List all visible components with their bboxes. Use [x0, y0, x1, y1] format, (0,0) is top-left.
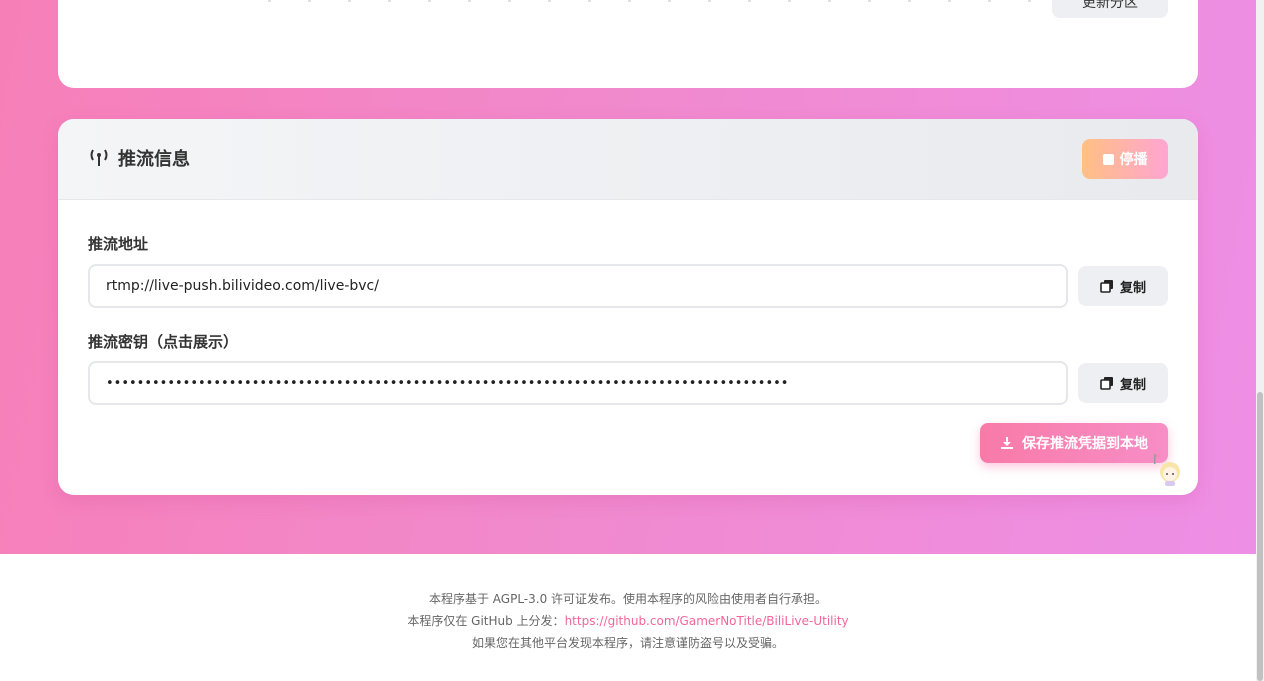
- card-header: 推流信息 停播: [58, 119, 1198, 200]
- copy-address-label: 复制: [1119, 280, 1146, 296]
- stream-key-value: ••••••••••••••••••••••••••••••••••••••••…: [106, 375, 789, 391]
- key-label: 推流密钥（点击展示）: [88, 333, 239, 351]
- stop-icon: [1102, 153, 1114, 165]
- stop-stream-label: 停播: [1119, 152, 1148, 168]
- truncated-content: [268, 0, 1048, 2]
- stream-key-field[interactable]: ••••••••••••••••••••••••••••••••••••••••…: [88, 361, 1068, 405]
- update-partition-button[interactable]: 更新分区: [1052, 0, 1168, 18]
- copy-key-label: 复制: [1119, 377, 1146, 393]
- stop-stream-button[interactable]: 停播: [1082, 139, 1168, 179]
- antenna-icon: [90, 149, 108, 166]
- footer-distribution: 本程序仅在 GitHub 上分发：https://github.com/Game…: [0, 610, 1256, 632]
- copy-key-button[interactable]: 复制: [1078, 363, 1168, 403]
- card-title-text: 推流信息: [118, 149, 190, 170]
- footer-distribution-text: 本程序仅在 GitHub 上分发：: [407, 614, 565, 628]
- partition-card: 更新分区: [58, 0, 1198, 88]
- footer-warning: 如果您在其他平台发现本程序，请注意谨防盗号以及受骗。: [471, 636, 784, 650]
- stream-info-card: 推流信息 停播 推流地址 rtmp://live-push.bilivideo.…: [58, 119, 1198, 495]
- mascot-icon: [1154, 454, 1180, 486]
- footer: 本程序基于 AGPL-3.0 许可证发布。使用本程序的风险由使用者自行承担。 本…: [0, 588, 1256, 654]
- copy-address-button[interactable]: 复制: [1078, 266, 1168, 306]
- copy-icon: [1100, 377, 1113, 390]
- scrollbar[interactable]: [1256, 0, 1264, 681]
- footer-license: 本程序基于 AGPL-3.0 许可证发布。使用本程序的风险由使用者自行承担。: [428, 592, 828, 606]
- address-label: 推流地址: [88, 235, 149, 253]
- update-partition-label: 更新分区: [1082, 0, 1138, 11]
- download-icon: [1001, 437, 1013, 449]
- copy-icon: [1100, 280, 1113, 293]
- stream-address-field[interactable]: rtmp://live-push.bilivideo.com/live-bvc/: [88, 264, 1068, 308]
- save-credentials-label: 保存推流凭据到本地: [1022, 436, 1148, 452]
- scrollbar-thumb[interactable]: [1257, 392, 1263, 681]
- card-title: 推流信息: [88, 145, 190, 171]
- save-credentials-button[interactable]: 保存推流凭据到本地: [980, 423, 1168, 463]
- stream-address-value: rtmp://live-push.bilivideo.com/live-bvc/: [106, 278, 379, 294]
- github-link[interactable]: https://github.com/GamerNoTitle/BiliLive…: [565, 614, 849, 628]
